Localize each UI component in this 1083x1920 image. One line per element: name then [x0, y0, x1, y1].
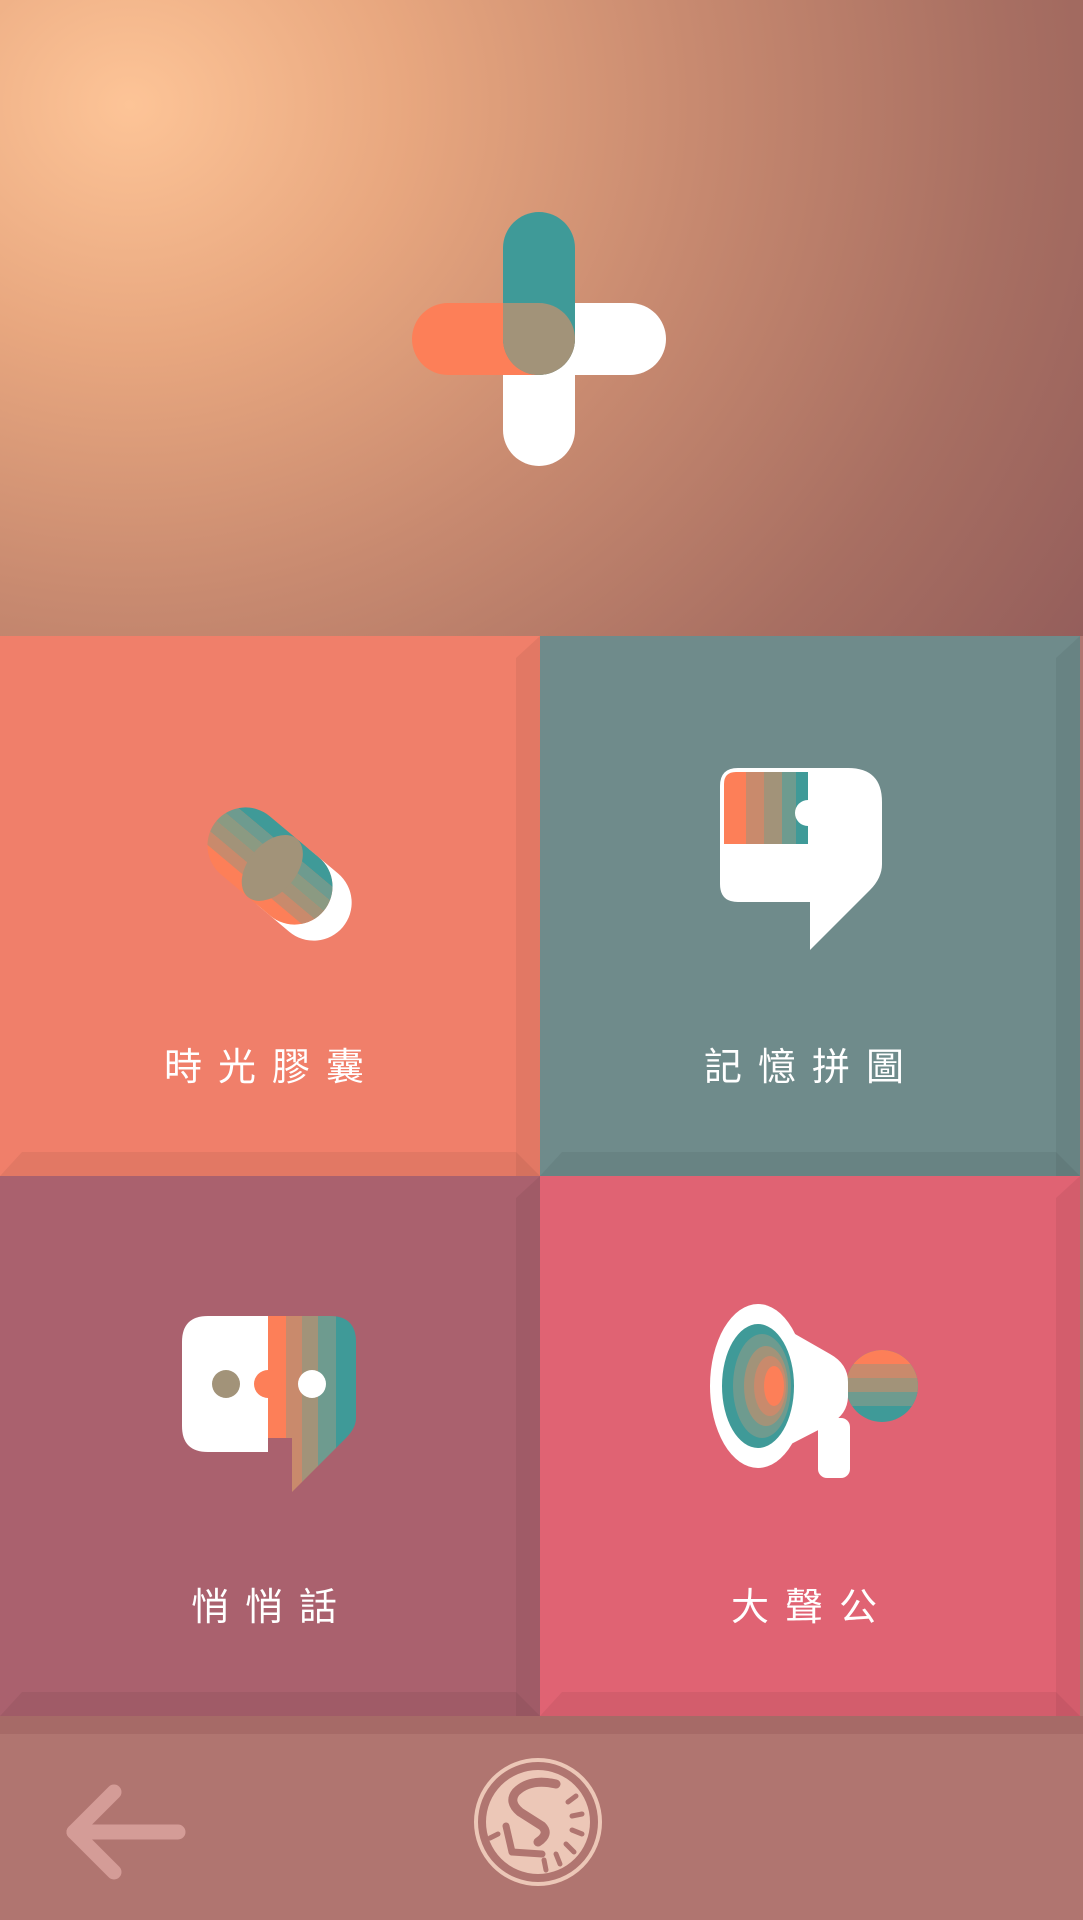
- tile-bevel-right: [516, 636, 540, 1176]
- tile-label: 悄悄話: [190, 1585, 353, 1629]
- tile-bevel-bottom: [0, 1692, 540, 1716]
- tile-label: 記憶拼圖: [703, 1045, 920, 1089]
- bottom-bar-divider: [0, 1716, 1083, 1734]
- whisper-chat-bubble-icon: [182, 1316, 356, 1492]
- app-screen: 時光膠囊 記憶拼圖 悄悄話 大聲公: [0, 0, 1083, 1920]
- tile-time-capsule[interactable]: 時光膠囊: [0, 636, 540, 1176]
- hero-banner: [0, 0, 1083, 636]
- app-logo-icon[interactable]: [472, 1756, 604, 1888]
- tile-bevel-right: [1056, 636, 1080, 1176]
- tile-label: 大聲公: [730, 1585, 893, 1629]
- tile-whisper[interactable]: 悄悄話: [0, 1176, 540, 1716]
- tile-bevel-right: [1056, 1176, 1080, 1716]
- bottom-navigation-bar: [0, 1716, 1083, 1920]
- tile-megaphone[interactable]: 大聲公: [540, 1176, 1080, 1716]
- back-arrow-icon[interactable]: [60, 1780, 190, 1900]
- tile-bevel-bottom: [540, 1152, 1080, 1176]
- tile-bevel-bottom: [0, 1152, 540, 1176]
- tile-bevel-bottom: [540, 1692, 1080, 1716]
- memory-puzzle-chat-icon: [720, 768, 882, 950]
- tile-memory-puzzle[interactable]: 記憶拼圖: [540, 636, 1080, 1176]
- tile-label: 時光膠囊: [163, 1045, 380, 1089]
- cross-plus-logo-icon: [412, 212, 666, 466]
- tile-bevel-right: [516, 1176, 540, 1716]
- time-capsule-pill-icon: [191, 791, 352, 941]
- megaphone-icon: [710, 1304, 918, 1478]
